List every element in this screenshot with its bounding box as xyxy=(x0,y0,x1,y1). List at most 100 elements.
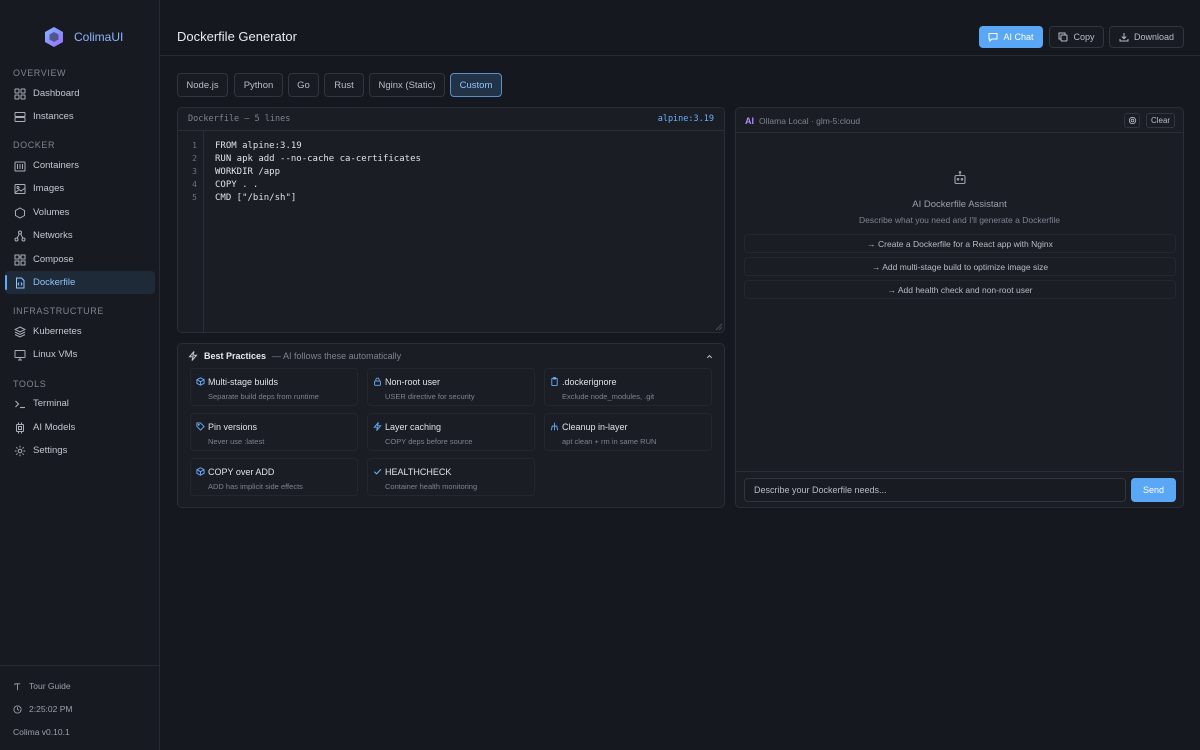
download-label: Download xyxy=(1133,32,1175,42)
copy-label: Copy xyxy=(1073,32,1095,42)
tab-custom[interactable]: Custom xyxy=(450,73,502,97)
tab-nodejs[interactable]: Node.js xyxy=(177,73,228,97)
best-practices-title: Best Practices xyxy=(204,351,267,361)
clock-display: 2:25:02 PM xyxy=(13,704,72,714)
chat-settings-button[interactable] xyxy=(1124,113,1140,128)
line-number: 3 xyxy=(192,167,197,176)
clear-button[interactable]: Clear xyxy=(1146,113,1175,128)
brand[interactable]: ColimaUI xyxy=(44,26,123,48)
sidebar-item-label: AI Models xyxy=(33,422,76,433)
practice-card: Layer caching COPY deps before source xyxy=(367,413,535,451)
clipboard-icon xyxy=(551,377,558,386)
broom-icon xyxy=(550,422,559,431)
sidebar-item-kubernetes[interactable]: Kubernetes xyxy=(5,320,155,343)
sidebar-item-label: Networks xyxy=(33,230,73,241)
tab-rust[interactable]: Rust xyxy=(324,73,364,97)
editor-file-info: Dockerfile — 5 lines xyxy=(188,114,291,124)
practice-card: Non-root user USER directive for securit… xyxy=(367,368,535,406)
sidebar-item-volumes[interactable]: Volumes xyxy=(5,201,155,224)
sidebar-item-dockerfile[interactable]: Dockerfile xyxy=(5,271,155,294)
suggestion-button[interactable]: → Add multi-stage build to optimize imag… xyxy=(744,257,1176,276)
lightning-icon xyxy=(188,351,198,361)
line-number: 5 xyxy=(192,193,197,202)
best-practices-header[interactable]: Best Practices — AI follows these automa… xyxy=(188,351,401,361)
practice-title: .dockerignore xyxy=(562,377,617,387)
tab-nginx-static[interactable]: Nginx (Static) xyxy=(369,73,445,97)
practice-card: HEALTHCHECK Container health monitoring xyxy=(367,458,535,496)
sidebar-item-label: Dashboard xyxy=(33,88,80,99)
editor-header: Dockerfile — 5 lines alpine:3.19 xyxy=(178,108,724,131)
ai-badge: AI xyxy=(745,116,754,126)
tour-icon xyxy=(14,682,21,690)
practice-card: Pin versions Never use :latest xyxy=(190,413,358,451)
app-name: ColimaUI xyxy=(74,30,124,44)
sidebar-item-images[interactable]: Images xyxy=(5,177,155,200)
practice-desc: COPY deps before source xyxy=(385,437,473,446)
sidebar-item-linux-vms[interactable]: Linux VMs xyxy=(5,343,155,366)
practice-desc: Separate build deps from runtime xyxy=(208,392,319,401)
version-text: Colima v0.10.1 xyxy=(13,727,70,737)
sidebar-item-label: Volumes xyxy=(33,207,70,218)
suggestion-button[interactable]: → Create a Dockerfile for a React app wi… xyxy=(744,234,1176,253)
sidebar-item-networks[interactable]: Networks xyxy=(5,224,155,247)
suggestion-button[interactable]: → Add health check and non-root user xyxy=(744,280,1176,299)
code-line: FROM alpine:3.19 xyxy=(215,141,302,151)
dockerfile-editor: Dockerfile — 5 lines alpine:3.19 1 2 3 4… xyxy=(177,107,725,333)
gear-icon xyxy=(1128,116,1136,125)
sidebar-item-ai-models[interactable]: AI Models xyxy=(5,416,155,439)
cube-icon xyxy=(196,377,205,386)
chat-header: AI Ollama Local · glm-5:cloud Clear xyxy=(736,108,1183,133)
sidebar-item-containers[interactable]: Containers xyxy=(5,154,155,177)
layers-icon xyxy=(14,325,26,338)
chat-input[interactable] xyxy=(744,478,1126,502)
monitor-icon xyxy=(14,349,26,360)
download-icon xyxy=(1119,33,1129,42)
code-line: COPY . . xyxy=(215,180,259,190)
file-code-icon xyxy=(16,277,25,288)
clock-icon xyxy=(13,704,22,714)
tab-python[interactable]: Python xyxy=(234,73,283,97)
gear-icon xyxy=(14,445,26,456)
ai-chat-panel: AI Ollama Local · glm-5:cloud Clear AI D… xyxy=(735,107,1184,508)
section-label-tools: TOOLS xyxy=(13,379,47,389)
code-line: WORKDIR /app xyxy=(215,167,281,177)
sidebar-item-label: Terminal xyxy=(33,398,69,409)
sidebar-item-compose[interactable]: Compose xyxy=(5,248,155,271)
practice-title: Pin versions xyxy=(208,422,258,432)
model-label: Ollama Local · glm-5:cloud xyxy=(759,116,861,126)
sidebar-item-label: Dockerfile xyxy=(33,277,76,288)
practice-title: Cleanup in-layer xyxy=(562,422,628,432)
assistant-description: Describe what you need and I'll generate… xyxy=(858,215,1061,225)
tab-go[interactable]: Go xyxy=(288,73,319,97)
sidebar-item-label: Containers xyxy=(33,160,79,171)
practice-title: Layer caching xyxy=(385,422,442,432)
copy-icon xyxy=(1058,32,1068,42)
resize-handle-icon[interactable] xyxy=(716,324,722,330)
base-image-tag: alpine:3.19 xyxy=(657,114,714,124)
sidebar-item-instances[interactable]: Instances xyxy=(5,105,155,128)
tour-guide-link[interactable]: Tour Guide xyxy=(13,681,71,691)
sidebar-footer: Tour Guide 2:25:02 PM Colima v0.10.1 xyxy=(0,665,159,750)
copy-button[interactable]: Copy xyxy=(1049,26,1104,48)
practice-desc: apt clean + rm in same RUN xyxy=(562,437,657,446)
sidebar-item-label: Settings xyxy=(33,445,68,456)
assistant-title: AI Dockerfile Assistant xyxy=(912,199,1007,210)
code-line: RUN apk add --no-cache ca-certificates xyxy=(215,154,421,164)
download-button[interactable]: Download xyxy=(1109,26,1184,48)
check-icon xyxy=(373,468,382,475)
sidebar-item-dashboard[interactable]: Dashboard xyxy=(5,82,155,105)
container-icon xyxy=(14,161,26,171)
cube-icon xyxy=(196,467,205,476)
chevron-up-icon[interactable] xyxy=(705,352,714,361)
ai-chat-button[interactable]: AI Chat xyxy=(979,26,1043,48)
cpu-icon xyxy=(16,422,24,433)
lightning-icon xyxy=(373,422,382,431)
sidebar: ColimaUI OVERVIEW Dashboard Instances DO… xyxy=(0,0,160,750)
network-icon xyxy=(14,230,26,241)
sidebar-item-settings[interactable]: Settings xyxy=(5,439,155,462)
line-number: 2 xyxy=(192,154,197,163)
send-button[interactable]: Send xyxy=(1131,478,1176,502)
compose-icon xyxy=(14,254,26,265)
sidebar-item-terminal[interactable]: Terminal xyxy=(5,392,155,415)
line-number-gutter: 1 2 3 4 5 xyxy=(178,131,204,332)
